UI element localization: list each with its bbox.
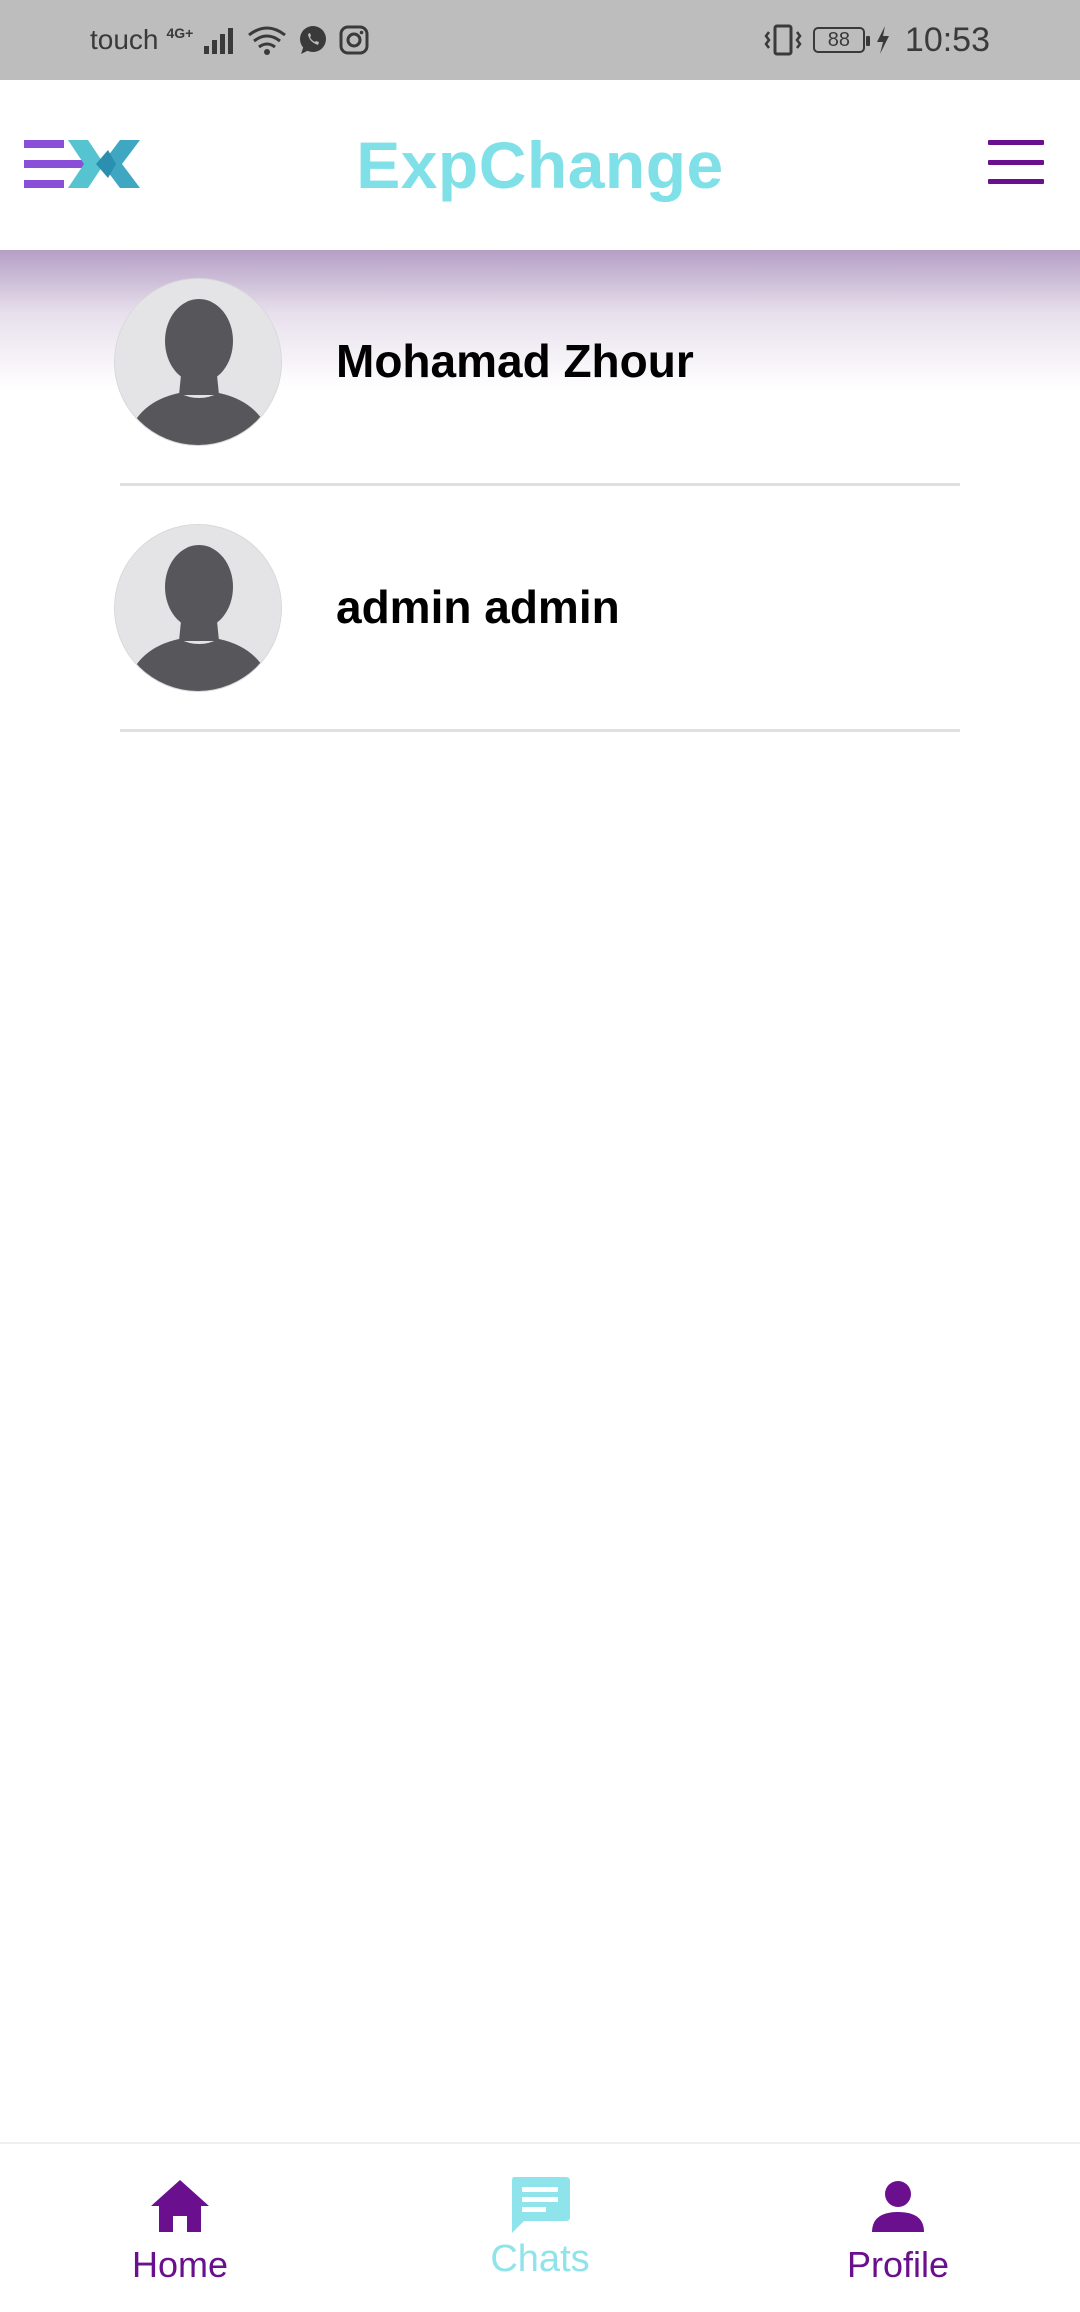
- carrier-label: touch: [90, 24, 159, 55]
- status-clock: 10:53: [904, 20, 990, 59]
- chat-divider: [120, 483, 960, 486]
- charging-icon: [875, 25, 891, 55]
- whatsapp-icon: [297, 24, 329, 56]
- signal-icon: [203, 26, 237, 54]
- app-header: ExpChange: [0, 80, 1080, 250]
- chats-screen: touch 4G+ 88 10:53 ExpChange Mohamad Zho…: [0, 0, 1080, 2312]
- default-avatar-icon: [114, 524, 282, 692]
- default-avatar-icon: [114, 278, 282, 446]
- instagram-icon: [339, 25, 369, 55]
- chat-list-item[interactable]: admin admin: [0, 496, 1080, 742]
- menu-line: [988, 140, 1044, 145]
- app-title: ExpChange: [356, 128, 724, 202]
- nav-profile-label: Profile: [846, 2244, 950, 2285]
- expchange-logo-icon[interactable]: [24, 136, 144, 192]
- nav-home[interactable]: Home: [70, 2144, 290, 2312]
- chat-contact-name: admin admin: [336, 581, 620, 633]
- chat-divider: [120, 729, 960, 732]
- menu-line: [988, 159, 1044, 165]
- vibrate-icon: [763, 24, 803, 56]
- status-left: touch 4G+: [90, 24, 369, 56]
- menu-line: [988, 179, 1044, 184]
- nav-home-label: Home: [131, 2244, 229, 2285]
- network-type-label: 4G+: [166, 25, 194, 41]
- home-icon: [145, 2174, 215, 2238]
- wifi-icon: [247, 25, 287, 55]
- bottom-navigation: Home Chats Profile: [0, 2142, 1080, 2312]
- chat-contact-name: Mohamad Zhour: [336, 335, 694, 387]
- status-right: 88 10:53: [763, 21, 990, 60]
- chat-icon: [505, 2174, 575, 2238]
- status-bar: touch 4G+ 88 10:53: [0, 0, 1080, 80]
- hamburger-menu-icon[interactable]: [988, 140, 1044, 184]
- nav-profile[interactable]: Profile: [788, 2144, 1008, 2312]
- person-icon: [863, 2174, 933, 2238]
- nav-chats-label: Chats: [490, 2238, 590, 2280]
- battery-indicator: 88: [812, 27, 870, 53]
- chat-list-item[interactable]: Mohamad Zhour: [0, 250, 1080, 496]
- nav-chats[interactable]: Chats: [430, 2144, 650, 2312]
